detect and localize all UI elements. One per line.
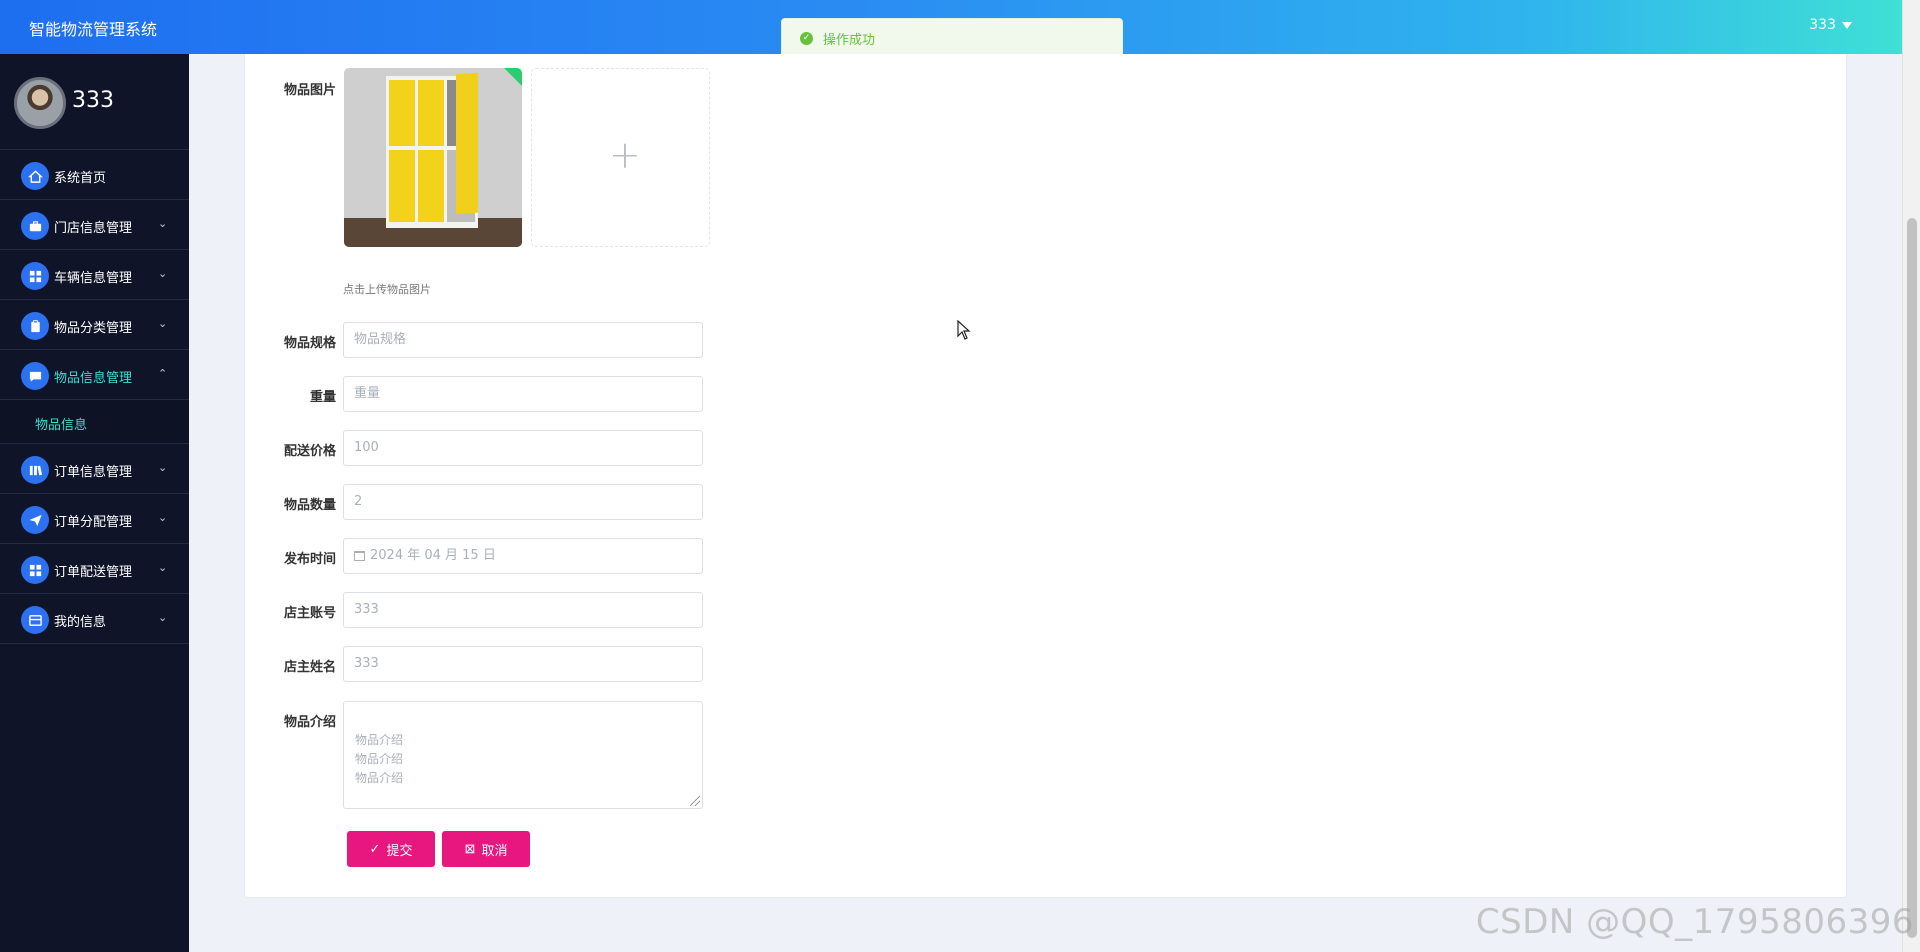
sidebar-item-label: 订单配送管理	[54, 565, 133, 580]
sidebar-item-label: 我的信息	[54, 615, 107, 630]
sidebar-item-label: 订单信息管理	[54, 465, 133, 480]
caret-down-icon	[1842, 21, 1852, 29]
send-icon	[21, 506, 49, 534]
chevron-down-icon: ⌄	[158, 461, 168, 474]
weight-label: 重量	[309, 390, 336, 405]
success-toast: ✓ 操作成功	[781, 18, 1123, 58]
mouse-cursor-icon	[957, 319, 971, 344]
owner-account-label: 店主账号	[283, 606, 336, 621]
sidebar-item-dispatch[interactable]: 订单分配管理 ⌄	[0, 494, 189, 544]
sidebar-item-profile[interactable]: 我的信息 ⌄	[0, 594, 189, 644]
uploaded-image-thumbnail[interactable]	[344, 68, 522, 247]
user-menu-label: 333	[1809, 17, 1836, 33]
sidebar-item-home[interactable]: 系统首页	[0, 150, 189, 200]
chevron-up-icon: ⌃	[158, 367, 168, 380]
chevron-down-icon: ⌄	[158, 561, 168, 574]
spec-input[interactable]: 物品规格	[343, 322, 703, 358]
sidebar-item-label: 门店信息管理	[54, 221, 133, 236]
intro-textarea[interactable]: 物品介绍 物品介绍 物品介绍	[343, 701, 703, 809]
sidebar-profile: 333	[0, 54, 189, 150]
sidebar-item-label: 物品分类管理	[54, 321, 133, 336]
cancel-button[interactable]: ⊠ 取消	[442, 831, 530, 867]
price-input[interactable]: 100	[343, 430, 703, 466]
submit-button[interactable]: ✓ 提交	[347, 831, 435, 867]
owner-name-label: 店主姓名	[283, 660, 336, 675]
publish-time-value: 2024 年 04 月 15 日	[370, 548, 496, 563]
owner-name-input[interactable]: 333	[343, 646, 703, 682]
chevron-down-icon: ⌄	[158, 611, 168, 624]
chevron-down-icon: ⌄	[158, 217, 168, 230]
sidebar-item-vehicle[interactable]: 车辆信息管理 ⌄	[0, 250, 189, 300]
app-title: 智能物流管理系统	[29, 20, 158, 39]
sidebar-item-label: 物品信息管理	[54, 371, 133, 386]
close-box-icon: ⊠	[464, 841, 476, 856]
card-icon	[21, 606, 49, 634]
sidebar-subitem-label: 物品信息	[35, 418, 88, 433]
chevron-down-icon: ⌄	[158, 267, 168, 280]
clipboard-icon	[21, 312, 49, 340]
sidebar-item-orders[interactable]: 订单信息管理 ⌄	[0, 444, 189, 494]
check-circle-icon: ✓	[800, 31, 813, 45]
chevron-down-icon: ⌄	[158, 511, 168, 524]
resize-grip-icon[interactable]	[690, 796, 700, 806]
message-icon	[21, 362, 49, 390]
price-label: 配送价格	[283, 444, 336, 459]
sidebar-item-delivery[interactable]: 订单配送管理 ⌄	[0, 544, 189, 594]
intro-text: 物品介绍 物品介绍 物品介绍	[355, 733, 404, 785]
quantity-label: 物品数量	[283, 498, 336, 513]
grid-icon	[21, 556, 49, 584]
image-label: 物品图片	[283, 83, 336, 98]
sidebar-subitem-goods-info[interactable]: 物品信息	[0, 400, 189, 444]
intro-label: 物品介绍	[283, 715, 336, 730]
sidebar-item-goods[interactable]: 物品信息管理 ⌃	[0, 350, 189, 400]
cancel-label: 取消	[481, 842, 508, 858]
avatar	[14, 77, 66, 129]
sidebar-item-label: 车辆信息管理	[54, 271, 133, 286]
publish-time-label: 发布时间	[283, 552, 336, 567]
spec-label: 物品规格	[283, 336, 336, 351]
owner-account-input[interactable]: 333	[343, 592, 703, 628]
sidebar-item-label: 系统首页	[54, 171, 107, 186]
image-upload-button[interactable]: +	[531, 68, 710, 247]
sidebar-item-store[interactable]: 门店信息管理 ⌄	[0, 200, 189, 250]
upload-hint: 点击上传物品图片	[343, 283, 431, 296]
check-icon: ✓	[369, 841, 381, 856]
sidebar-item-category[interactable]: 物品分类管理 ⌄	[0, 300, 189, 350]
watermark: CSDN @QQ_1795806396	[1475, 902, 1914, 942]
quantity-input[interactable]: 2	[343, 484, 703, 520]
page-scrollbar[interactable]	[1902, 0, 1920, 952]
grid-icon	[21, 262, 49, 290]
sidebar-item-label: 订单分配管理	[54, 515, 133, 530]
sidebar: 333 系统首页 门店信息管理 ⌄ 车辆信息管理 ⌄ 物品分类管理 ⌄ 物品信息…	[0, 54, 189, 952]
calendar-icon	[354, 550, 365, 561]
weight-input[interactable]: 重量	[343, 376, 703, 412]
chevron-down-icon: ⌄	[158, 317, 168, 330]
sidebar-username: 333	[72, 88, 114, 113]
submit-label: 提交	[386, 842, 413, 858]
toast-message: 操作成功	[823, 32, 876, 48]
scrollbar-thumb[interactable]	[1907, 218, 1917, 938]
plus-icon: +	[609, 133, 641, 177]
home-icon	[21, 162, 49, 190]
user-menu[interactable]: 333	[1809, 17, 1852, 33]
briefcase-icon	[21, 212, 49, 240]
publish-time-picker[interactable]: 2024 年 04 月 15 日	[343, 538, 703, 574]
library-icon	[21, 456, 49, 484]
